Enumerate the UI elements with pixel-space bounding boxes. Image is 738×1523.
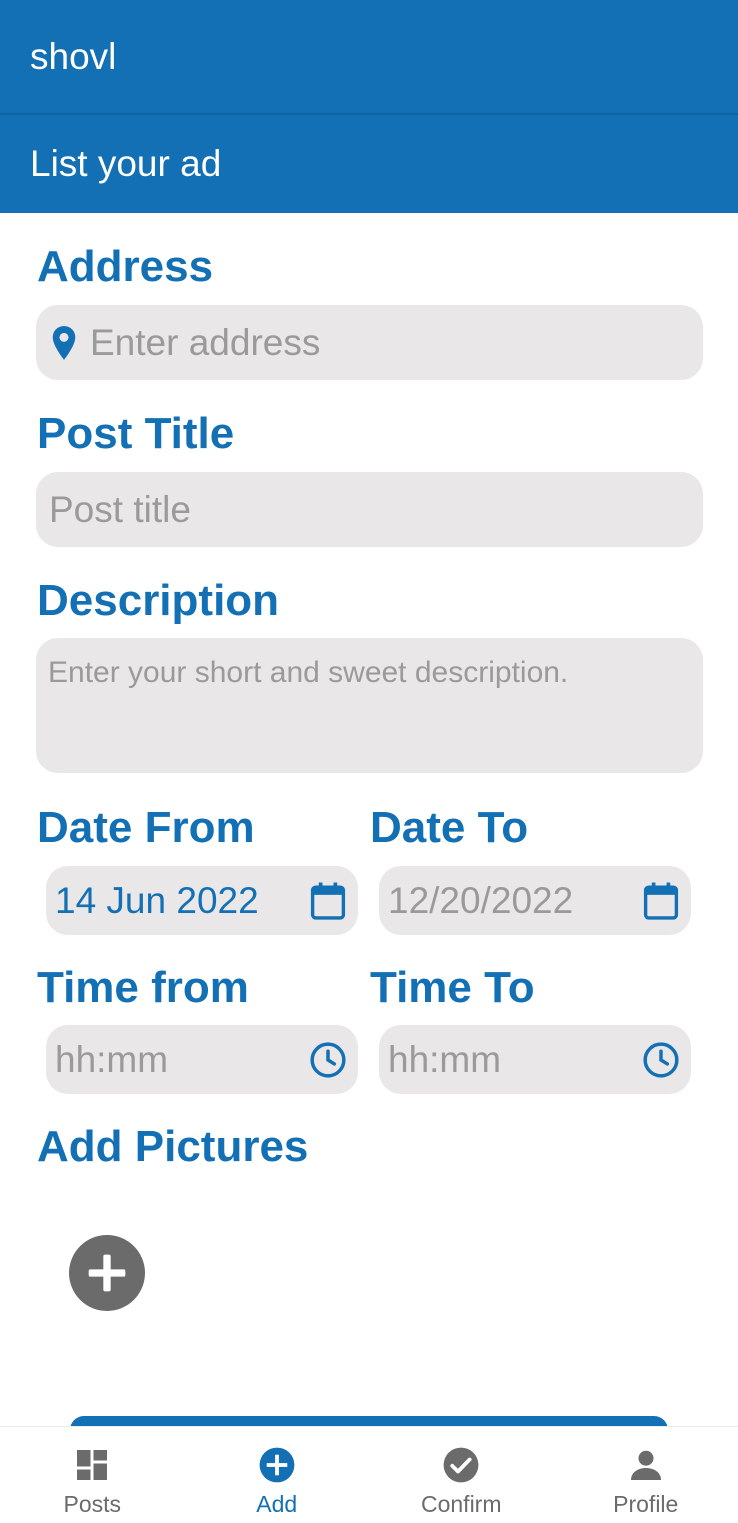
clock-icon[interactable]	[641, 1040, 681, 1080]
person-icon	[626, 1445, 666, 1485]
time-from-placeholder: hh:mm	[55, 1038, 169, 1080]
post-title-input[interactable]: Post title	[36, 472, 703, 547]
nav-item-posts[interactable]: Posts	[0, 1427, 185, 1523]
dashboard-icon	[72, 1445, 112, 1485]
date-from-label: Date From	[37, 803, 255, 852]
page-header: List your ad	[0, 113, 738, 213]
calendar-icon[interactable]	[641, 881, 681, 921]
address-input[interactable]: Enter address	[36, 305, 703, 380]
time-from-field[interactable]: hh:mm	[46, 1025, 358, 1094]
description-label: Description	[37, 576, 280, 625]
app-name: shovl	[30, 35, 117, 77]
check-circle-icon	[441, 1445, 481, 1485]
address-label: Address	[37, 242, 214, 291]
nav-item-add[interactable]: Add	[185, 1427, 370, 1523]
app-screen: shovl List your ad Address Enter address…	[0, 0, 738, 1523]
nav-label-profile: Profile	[613, 1491, 679, 1517]
add-circle-icon	[257, 1445, 297, 1485]
time-from-label: Time from	[37, 963, 249, 1012]
time-to-field[interactable]: hh:mm	[379, 1025, 691, 1094]
app-bar: shovl	[0, 0, 738, 113]
description-textarea[interactable]: Enter your short and sweet description.	[36, 638, 703, 773]
nav-item-profile[interactable]: Profile	[554, 1427, 738, 1523]
time-to-placeholder: hh:mm	[388, 1038, 502, 1080]
add-pictures-label: Add Pictures	[37, 1122, 309, 1171]
description-placeholder: Enter your short and sweet description.	[48, 656, 569, 689]
date-from-field[interactable]: 14 Jun 2022	[46, 866, 358, 935]
date-from-value: 14 Jun 2022	[55, 879, 259, 921]
nav-label-posts: Posts	[63, 1491, 122, 1517]
bottom-navigation: Posts Add Confirm Profile	[0, 1426, 738, 1523]
page-title: List your ad	[30, 143, 222, 184]
nav-item-confirm[interactable]: Confirm	[369, 1427, 554, 1523]
date-to-label: Date To	[370, 803, 529, 852]
address-placeholder: Enter address	[90, 321, 321, 363]
add-icon	[88, 1254, 126, 1292]
date-to-value: 12/20/2022	[388, 879, 574, 921]
location-pin-icon	[50, 325, 80, 361]
nav-label-add: Add	[256, 1491, 298, 1517]
date-to-field[interactable]: 12/20/2022	[379, 866, 691, 935]
calendar-icon[interactable]	[308, 881, 348, 921]
clock-icon[interactable]	[308, 1040, 348, 1080]
post-title-label: Post Title	[37, 409, 235, 458]
time-to-label: Time To	[370, 963, 535, 1012]
post-title-placeholder: Post title	[49, 488, 191, 530]
add-picture-button[interactable]	[69, 1235, 145, 1311]
nav-label-confirm: Confirm	[420, 1491, 502, 1517]
